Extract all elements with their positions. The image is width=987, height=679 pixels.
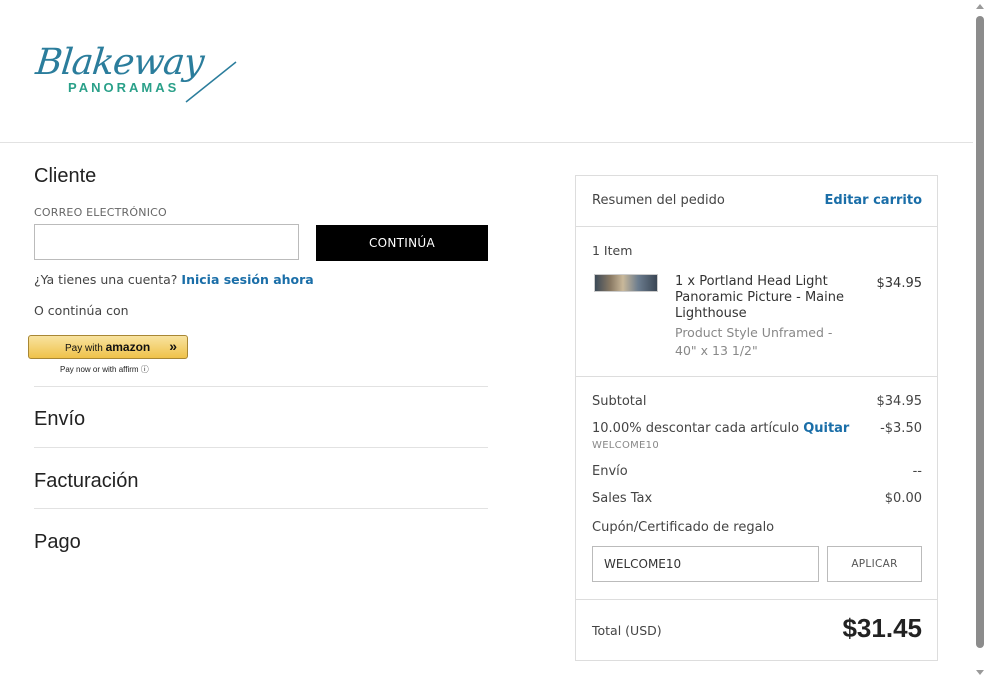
- billing-step-title: Facturación: [34, 470, 139, 492]
- account-prompt: ¿Ya tienes una cuenta? Inicia sesión aho…: [34, 272, 314, 287]
- amazon-brand-text: amazon: [105, 340, 151, 354]
- items-count: 1 Item: [592, 243, 633, 258]
- brand-logo[interactable]: Blakeway PANORAMAS: [33, 42, 241, 106]
- divider: [34, 447, 488, 448]
- discount-label-wrap: 10.00% descontar cada artículo Quitar: [592, 421, 849, 436]
- logo-script-text: Blakeway: [33, 42, 206, 83]
- discount-label: 10.00% descontar cada artículo: [592, 421, 800, 436]
- affirm-note: Pay now or with affirm ⓘ: [60, 365, 149, 374]
- payment-step-title: Pago: [34, 531, 81, 553]
- applied-coupon-code: WELCOME10: [592, 440, 660, 451]
- scroll-up-arrow-icon[interactable]: [976, 4, 984, 9]
- divider: [34, 386, 488, 387]
- shipping-label: Envío: [592, 464, 628, 479]
- discount-value: -$3.50: [880, 421, 922, 436]
- email-field[interactable]: [34, 224, 299, 260]
- site-header: Blakeway PANORAMAS: [0, 0, 973, 143]
- alt-payment-label: O continúa con: [34, 303, 129, 318]
- apply-coupon-button[interactable]: APLICAR: [827, 546, 922, 582]
- scroll-down-arrow-icon[interactable]: [976, 670, 984, 675]
- continue-button[interactable]: CONTINÚA: [316, 225, 488, 261]
- page-scrollbar[interactable]: [973, 0, 987, 679]
- shipping-value: --: [912, 464, 922, 479]
- order-total: Total (USD) $31.45: [576, 600, 937, 661]
- remove-discount-link[interactable]: Quitar: [803, 421, 849, 436]
- tax-value: $0.00: [884, 491, 922, 506]
- coupon-input[interactable]: WELCOME10: [592, 546, 819, 582]
- amazon-pay-button[interactable]: Pay with amazon »: [28, 335, 188, 359]
- customer-step-title: Cliente: [34, 165, 97, 187]
- total-value: $31.45: [842, 613, 922, 643]
- order-summary-header: Resumen del pedido Editar carrito: [576, 176, 937, 227]
- double-chevron-right-icon: »: [169, 338, 177, 354]
- order-totals: Subtotal $34.95 10.00% descontar cada ar…: [576, 377, 937, 600]
- amazon-pay-label: Pay with amazon: [65, 340, 150, 354]
- product-price: $34.95: [876, 276, 923, 291]
- account-question: ¿Ya tienes una cuenta?: [34, 272, 178, 287]
- total-label: Total (USD): [592, 623, 662, 638]
- subtotal-value: $34.95: [876, 394, 923, 409]
- email-label: CORREO ELECTRÓNICO: [34, 206, 167, 219]
- product-thumbnail: [594, 274, 658, 292]
- edit-cart-link[interactable]: Editar carrito: [825, 193, 922, 208]
- signin-link[interactable]: Inicia sesión ahora: [181, 272, 313, 287]
- amazon-pay-prefix: Pay with: [65, 343, 103, 354]
- tax-label: Sales Tax: [592, 491, 653, 506]
- cart-items: 1 Item 1 x Portland Head Light Panoramic…: [576, 227, 937, 377]
- order-summary: Resumen del pedido Editar carrito 1 Item…: [575, 175, 938, 661]
- coupon-label: Cupón/Certificado de regalo: [592, 520, 775, 535]
- scrollbar-thumb[interactable]: [976, 16, 984, 648]
- shipping-step-title: Envío: [34, 408, 86, 430]
- logo-subtitle: PANORAMAS: [68, 80, 180, 95]
- product-style: Product Style Unframed - 40" x 13 1/2": [675, 325, 833, 358]
- subtotal-label: Subtotal: [592, 394, 647, 409]
- divider: [34, 508, 488, 509]
- order-summary-title: Resumen del pedido: [592, 193, 725, 208]
- product-name: 1 x Portland Head Light Panoramic Pictur…: [675, 274, 844, 321]
